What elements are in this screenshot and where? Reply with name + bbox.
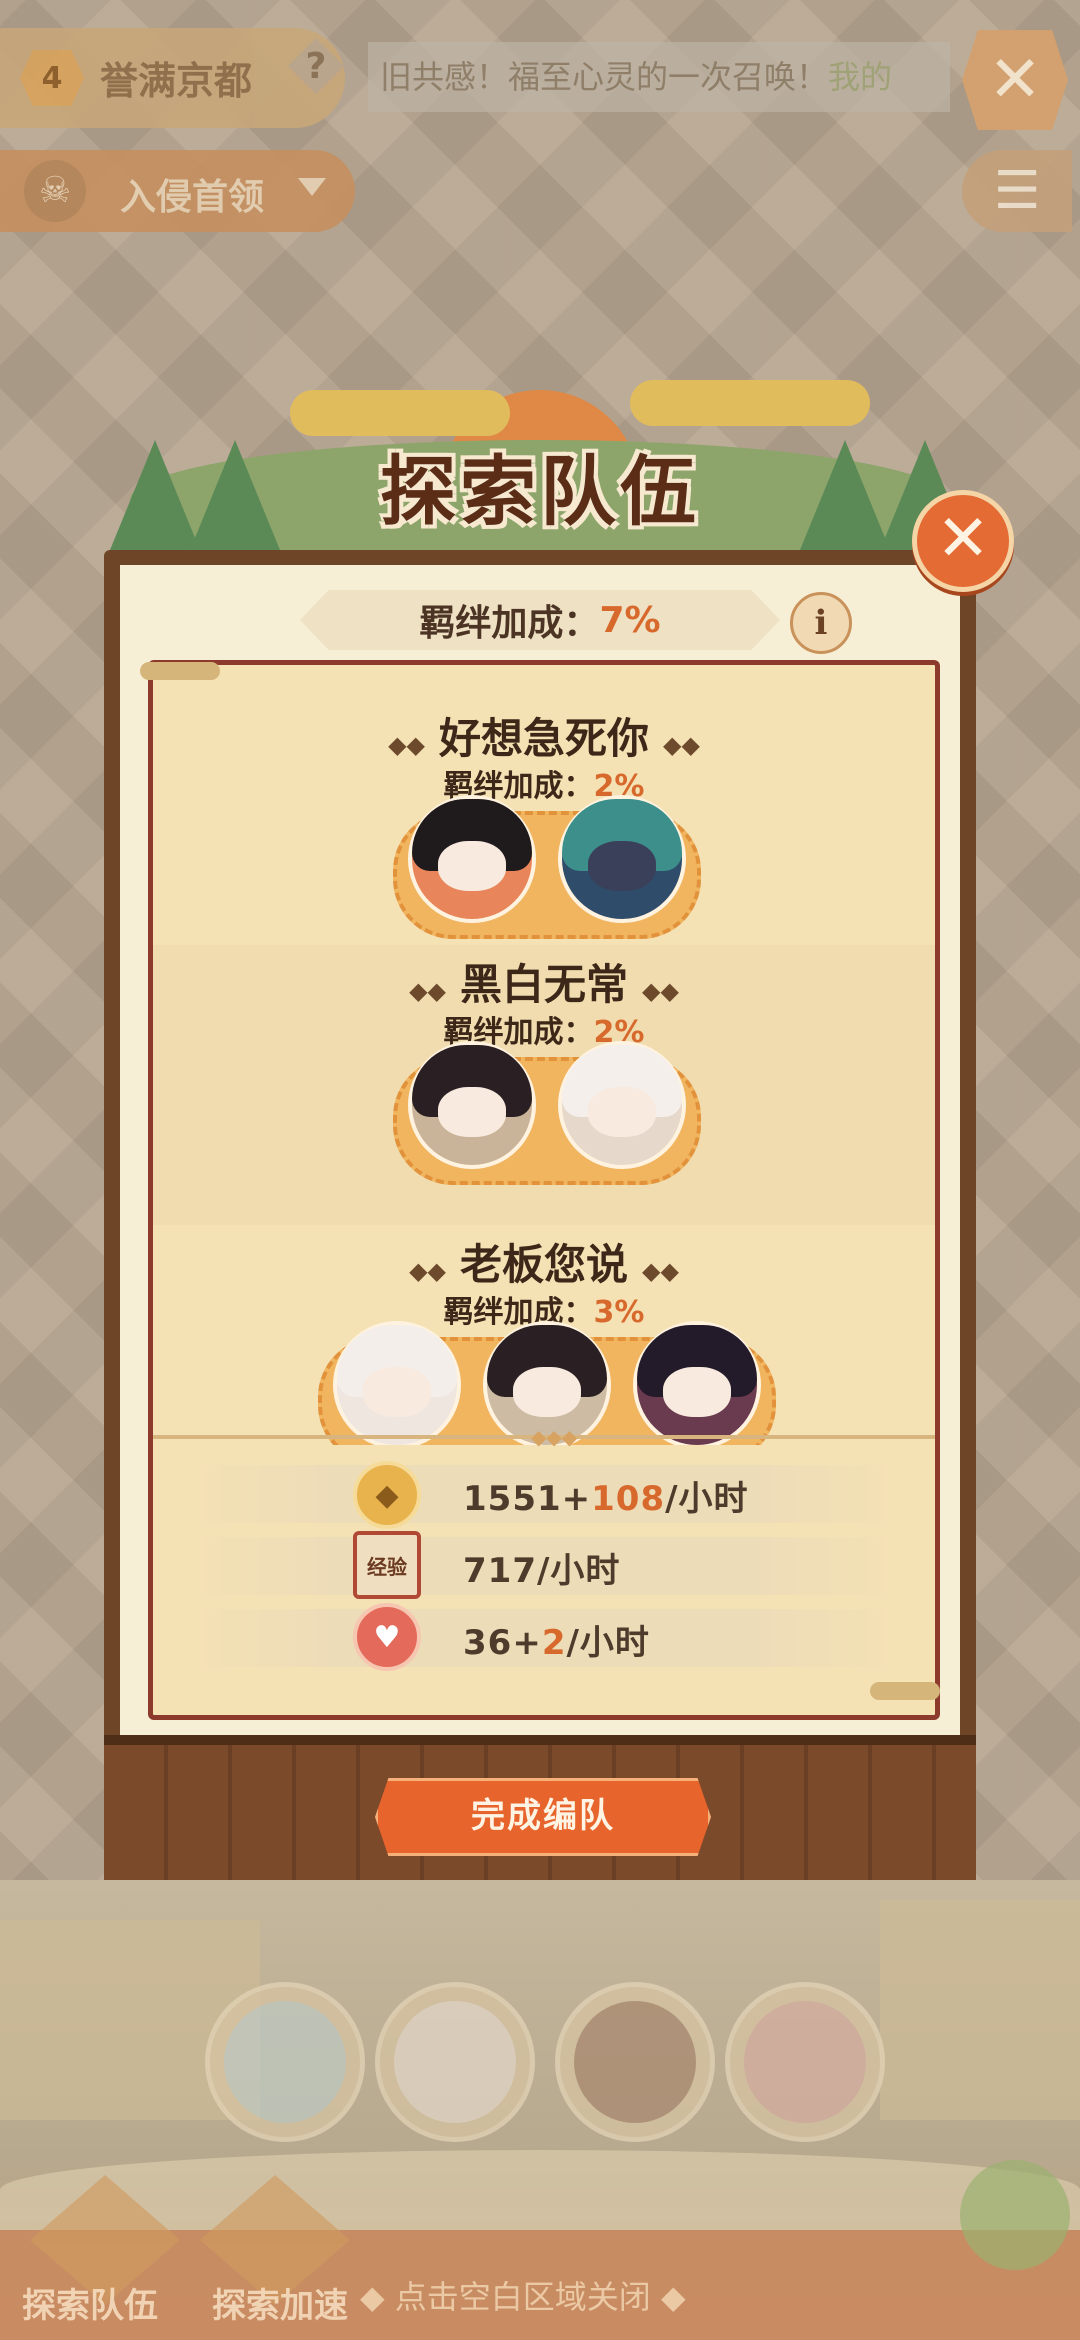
explore-team-label: 探索队伍 xyxy=(22,2286,158,2326)
team-member-avatar[interactable] xyxy=(375,1982,535,2142)
resource-base: 717 xyxy=(463,1551,537,1591)
modal-close-button[interactable]: ✕ xyxy=(912,490,1014,592)
bond-group: ◆◆ 黑白无常 ◆◆ 羁绊加成：2% xyxy=(153,945,935,1225)
ticker-highlight: 我的 xyxy=(828,58,893,96)
bond-group-bonus: 羁绊加成：2% xyxy=(153,1007,935,1051)
divider-ornament: ◆◆◆ xyxy=(531,1425,578,1449)
modal-header: 探索队伍 xyxy=(110,380,970,590)
avatar-art xyxy=(574,2001,696,2123)
resource-bonus: 108 xyxy=(591,1479,666,1519)
corner-cloud-decoration xyxy=(140,662,220,680)
bond-group-name: 好想急死你 xyxy=(438,714,649,763)
avatar-face xyxy=(513,1367,581,1418)
exp-scroll-icon: 经验 xyxy=(353,1531,421,1599)
cloud-decoration xyxy=(630,380,870,426)
bond-group-bonus-value: 3% xyxy=(593,1295,645,1330)
map-banner[interactable]: 4 誉满京都 xyxy=(0,28,345,128)
avatar-face xyxy=(663,1367,731,1418)
close-hint: ◆ 点击空白区域关闭 ◆ xyxy=(360,2278,686,2316)
shikigami-avatar[interactable] xyxy=(408,1041,536,1169)
invader-label: 入侵首领 xyxy=(120,177,265,218)
ticker-text: 旧共感！福至心灵的一次召唤！ xyxy=(380,58,829,96)
resource-bonus: 2 xyxy=(541,1623,567,1663)
explore-speedup-label: 探索加速 xyxy=(212,2286,348,2326)
bond-group-title: ◆◆ 老板您说 ◆◆ xyxy=(409,1240,679,1289)
resource-unit: /小时 xyxy=(665,1479,749,1519)
team-member-avatar[interactable] xyxy=(205,1982,365,2142)
task-list-icon[interactable]: ☰ xyxy=(962,150,1072,232)
announcement-ticker: 旧共感！福至心灵的一次召唤！我的 xyxy=(368,42,950,112)
background-ground xyxy=(0,2150,1080,2230)
avatar-art xyxy=(744,2001,866,2123)
close-map-button[interactable]: ✕ xyxy=(962,30,1068,130)
bond-list[interactable]: ◆◆ 好想急死你 ◆◆ 羁绊加成：2% ◆◆ 黑白无常 ◆◆ 羁绊加成：2% ◆… xyxy=(153,665,935,1445)
meat-icon: ♥ xyxy=(353,1603,421,1671)
modal-title: 探索队伍 xyxy=(380,447,700,536)
info-button[interactable]: i xyxy=(790,592,852,654)
resource-unit: /小时 xyxy=(566,1623,650,1663)
invader-boss-dropdown[interactable]: ☠ 入侵首领 xyxy=(0,150,355,232)
bond-group-bonus: 羁绊加成：2% xyxy=(153,761,935,805)
resource-rate: 36+2/小时 xyxy=(463,1615,650,1664)
team-member-avatar[interactable] xyxy=(725,1982,885,2142)
total-bond-bonus: 羁绊加成： 7% xyxy=(300,590,780,650)
map-name: 誉满京都 xyxy=(100,59,253,103)
resource-base: 36+ xyxy=(463,1623,542,1663)
finish-formation-button[interactable]: 完成编队 xyxy=(375,1778,711,1856)
avatar-art xyxy=(224,2001,346,2123)
avatar-face xyxy=(438,1087,506,1138)
shikigami-avatar[interactable] xyxy=(408,795,536,923)
resource-base: 1551+ xyxy=(463,1479,592,1519)
avatar-face xyxy=(588,1087,656,1138)
level-badge: 4 xyxy=(20,50,84,106)
shikigami-avatar[interactable] xyxy=(558,795,686,923)
bond-group: ◆◆ 好想急死你 ◆◆ 羁绊加成：2% xyxy=(153,665,935,945)
resource-unit: /小时 xyxy=(536,1551,621,1591)
background-tree xyxy=(880,1900,1080,2120)
resource-rate: 717/小时 xyxy=(463,1543,620,1592)
avatar-face xyxy=(588,841,656,892)
bond-label: 羁绊加成： xyxy=(419,603,600,644)
bond-group: ◆◆ 老板您说 ◆◆ 羁绊加成：3% xyxy=(153,1225,935,1445)
avatar-face xyxy=(438,841,506,892)
coin-icon: ◆ xyxy=(353,1461,421,1529)
bond-value: 7% xyxy=(599,599,661,641)
corner-cloud-decoration xyxy=(870,1682,940,1700)
avatar-face xyxy=(363,1367,431,1418)
shikigami-avatar[interactable] xyxy=(333,1321,461,1445)
chevron-down-icon xyxy=(298,178,326,196)
demon-icon: ☠ xyxy=(24,160,86,222)
shikigami-avatar[interactable] xyxy=(633,1321,761,1445)
bond-group-title: ◆◆ 黑白无常 ◆◆ xyxy=(409,960,679,1009)
team-member-avatar[interactable] xyxy=(555,1982,715,2142)
bond-group-name: 老板您说 xyxy=(459,1240,628,1289)
bond-group-name: 黑白无常 xyxy=(459,960,628,1009)
shikigami-avatar[interactable] xyxy=(558,1041,686,1169)
resource-rate: 1551+108/小时 xyxy=(463,1471,749,1520)
frog-mascot[interactable] xyxy=(960,2160,1070,2270)
bond-group-title: ◆◆ 好想急死你 ◆◆ xyxy=(388,714,700,763)
team-panel: ◆◆ 好想急死你 ◆◆ 羁绊加成：2% ◆◆ 黑白无常 ◆◆ 羁绊加成：2% ◆… xyxy=(148,660,940,1720)
avatar-art xyxy=(394,2001,516,2123)
